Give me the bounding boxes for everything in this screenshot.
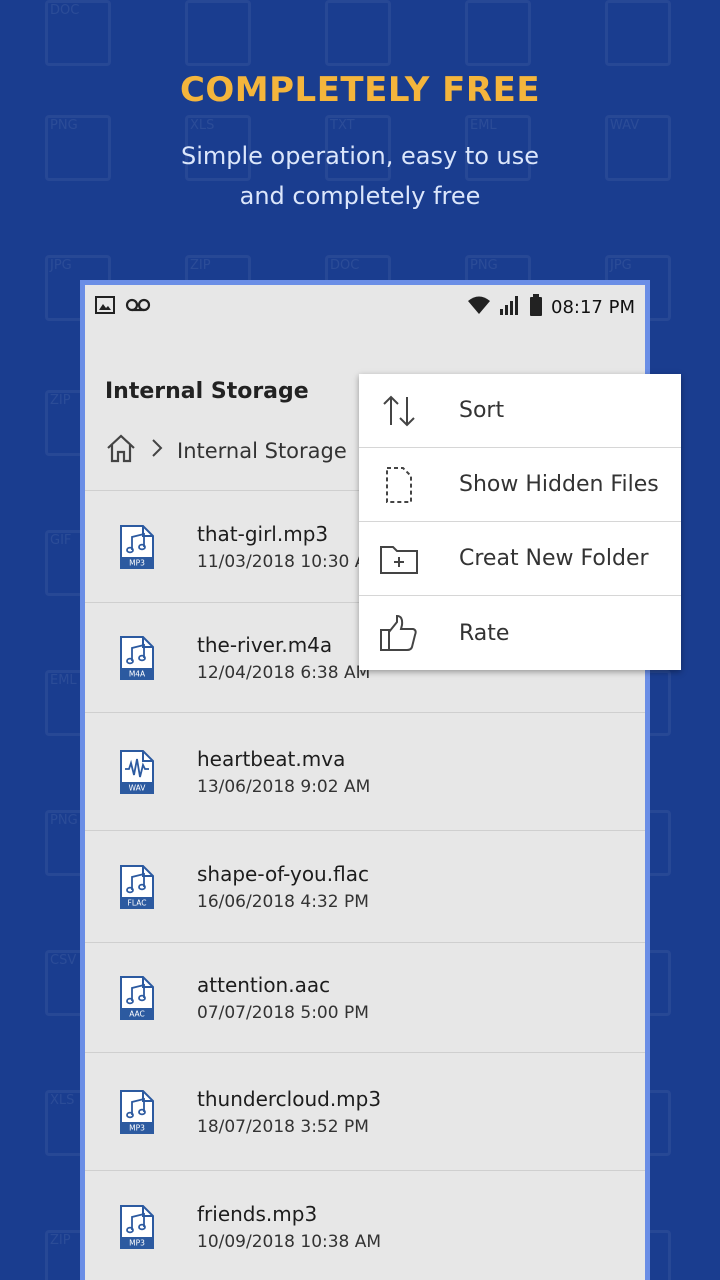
background-tile-label: XLS	[190, 118, 215, 133]
file-date: 12/04/2018 6:38 AM	[197, 662, 371, 683]
background-file-tile	[325, 0, 391, 66]
voicemail-icon	[125, 297, 151, 317]
file-info: attention.aac 07/07/2018 5:00 PM	[197, 973, 369, 1023]
file-name: shape-of-you.flac	[197, 861, 369, 886]
background-tile-label: JPG	[50, 258, 72, 273]
new-folder-icon	[379, 539, 419, 579]
file-date: 18/07/2018 3:52 PM	[197, 1116, 369, 1137]
file-name: that-girl.mp3	[197, 521, 329, 546]
menu-item-label: Show Hidden Files	[459, 472, 659, 497]
overflow-menu: Sort Show Hidden Files Creat New Folder …	[359, 374, 681, 670]
music-file-icon: MP3	[117, 1204, 157, 1250]
file-row[interactable]: WAV heartbeat.mva 13/06/2018 9:02 AM	[85, 713, 645, 831]
music-file-icon: MP3	[117, 1089, 157, 1135]
music-file-icon: MP3	[117, 524, 157, 570]
menu-item-create-new-folder[interactable]: Creat New Folder	[359, 522, 681, 596]
background-tile-label: ZIP	[190, 258, 211, 273]
background-tile-label: EML	[470, 118, 497, 133]
background-tile-label: PNG	[470, 258, 498, 273]
menu-item-sort[interactable]: Sort	[359, 374, 681, 448]
background-file-tile	[605, 0, 671, 66]
file-date: 13/06/2018 9:02 AM	[197, 776, 371, 797]
breadcrumb: Internal Storage	[105, 433, 347, 468]
file-type-label: M4A	[129, 669, 146, 678]
file-info: shape-of-you.flac 16/06/2018 4:32 PM	[197, 862, 369, 912]
file-name: the-river.m4a	[197, 632, 333, 657]
promo-title: COMPLETELY FREE	[179, 70, 541, 110]
hidden-file-icon	[379, 465, 419, 505]
thumbs-up-icon	[379, 613, 419, 653]
music-file-icon: FLAC	[117, 864, 157, 910]
file-info: thundercloud.mp3 18/07/2018 3:52 PM	[197, 1087, 381, 1137]
file-date: 11/03/2018 10:30 AM	[197, 551, 382, 572]
music-file-icon: M4A	[117, 635, 157, 681]
image-icon	[95, 295, 115, 319]
background-tile-label: GIF	[50, 533, 72, 548]
background-tile-label: JPG	[610, 258, 632, 273]
background-tile-label: EML	[50, 673, 77, 688]
background-tile-label: DOC	[50, 3, 80, 18]
sort-arrows-icon	[379, 391, 419, 431]
file-type-label: MP3	[129, 558, 145, 567]
file-row[interactable]: AAC attention.aac 07/07/2018 5:00 PM	[85, 943, 645, 1053]
file-info: that-girl.mp3 11/03/2018 10:30 AM	[197, 522, 381, 572]
file-type-label: FLAC	[128, 898, 147, 907]
background-file-tile	[465, 0, 531, 66]
wifi-icon	[467, 295, 491, 320]
background-file-tile: DOC	[45, 0, 111, 66]
app-bar-title: Internal Storage	[105, 379, 309, 404]
promo-subtitle-line-1: Simple operation, easy to use	[180, 142, 540, 170]
file-row[interactable]: FLAC shape-of-you.flac 16/06/2018 4:32 PM	[85, 831, 645, 943]
file-date: 16/06/2018 4:32 PM	[197, 891, 369, 912]
file-date: 07/07/2018 5:00 PM	[197, 1002, 369, 1023]
signal-icon	[499, 295, 521, 320]
background-tile-label: TXT	[330, 118, 355, 133]
file-info: the-river.m4a 12/04/2018 6:38 AM	[197, 633, 370, 683]
menu-item-label: Rate	[459, 620, 510, 646]
background-tile-label: PNG	[50, 813, 78, 828]
file-row[interactable]: MP3 friends.mp3 10/09/2018 10:38 AM	[85, 1171, 645, 1280]
background-tile-label: DOC	[330, 258, 360, 273]
file-name: friends.mp3	[197, 1201, 318, 1226]
file-info: heartbeat.mva 13/06/2018 9:02 AM	[197, 747, 370, 797]
file-info: friends.mp3 10/09/2018 10:38 AM	[197, 1202, 381, 1252]
breadcrumb-current[interactable]: Internal Storage	[177, 439, 347, 463]
status-time: 08:17 PM	[551, 296, 635, 318]
file-name: attention.aac	[197, 972, 331, 997]
menu-item-label: Sort	[459, 398, 505, 423]
file-type-label: WAV	[129, 783, 147, 792]
promo-subtitle: Simple operation, easy to use and comple…	[0, 136, 720, 216]
file-name: thundercloud.mp3	[197, 1086, 382, 1111]
background-tile-label: ZIP	[50, 393, 71, 408]
chevron-right-icon	[151, 438, 163, 463]
menu-item-show-hidden-files[interactable]: Show Hidden Files	[359, 448, 681, 522]
promo-subtitle-line-2: and completely free	[239, 182, 481, 210]
audio-wave-file-icon: WAV	[117, 749, 157, 795]
background-tile-label: XLS	[50, 1093, 75, 1108]
file-type-label: MP3	[129, 1238, 145, 1247]
background-tile-label: PNG	[50, 118, 78, 133]
background-file-tile	[185, 0, 251, 66]
menu-item-label: Creat New Folder	[459, 546, 649, 571]
status-bar: 08:17 PM	[85, 285, 645, 329]
home-icon[interactable]	[105, 433, 137, 468]
menu-item-rate[interactable]: Rate	[359, 596, 681, 670]
file-type-label: MP3	[129, 1123, 145, 1132]
background-tile-label: WAV	[610, 118, 640, 133]
background-tile-label: ZIP	[50, 1233, 71, 1248]
background-tile-label: CSV	[50, 953, 77, 968]
file-type-label: AAC	[129, 1009, 145, 1018]
file-date: 10/09/2018 10:38 AM	[197, 1231, 382, 1252]
battery-icon	[529, 293, 543, 321]
file-name: heartbeat.mva	[197, 746, 346, 771]
music-file-icon: AAC	[117, 975, 157, 1021]
file-row[interactable]: MP3 thundercloud.mp3 18/07/2018 3:52 PM	[85, 1053, 645, 1171]
